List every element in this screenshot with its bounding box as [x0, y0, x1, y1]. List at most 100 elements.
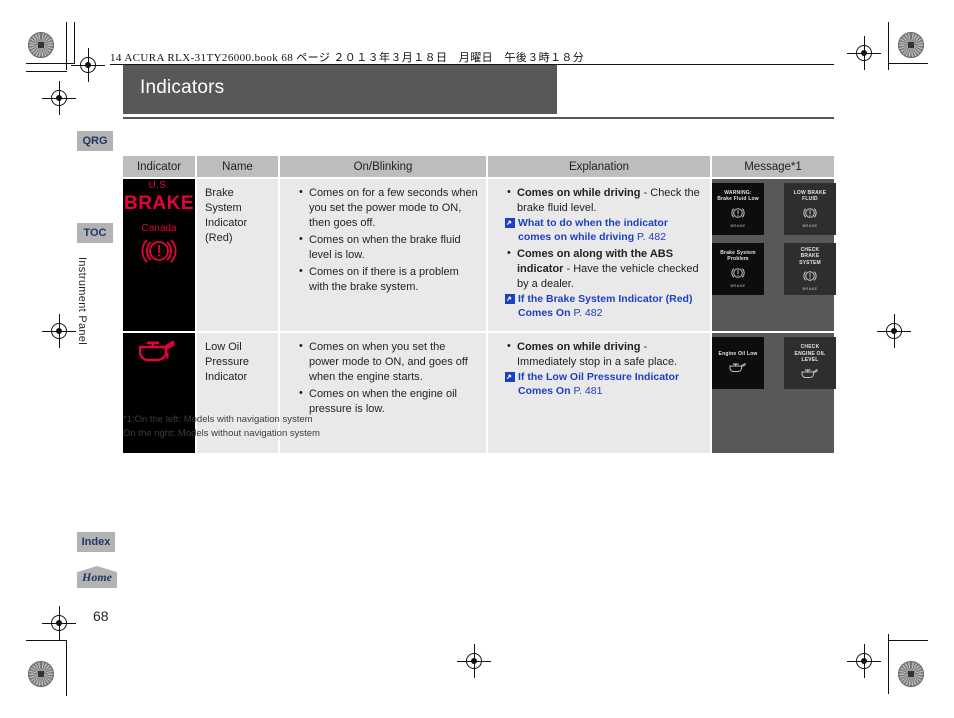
crop-line-top-2 — [74, 22, 75, 64]
explanation-list: Comes on while driving - Check the brake… — [496, 185, 702, 216]
crop-line-right-bottom — [888, 634, 889, 694]
explanation-list: Comes on while driving - Immediately sto… — [496, 339, 702, 370]
message-screen: WARNING: Brake Fluid Low BRAKE — [712, 183, 764, 235]
table-row: U.S. BRAKE Canada Brake System Indicator… — [123, 178, 836, 334]
brake-canada-label: Canada — [141, 222, 177, 234]
col-header-on-blinking: On/Blinking — [279, 156, 488, 179]
message-text: Brake System Problem — [720, 250, 756, 263]
cross-reference-page: P. 481 — [573, 384, 603, 397]
list-item: Comes on for a few seconds when you set … — [299, 185, 478, 231]
cross-reference-link[interactable]: What to do when the indicator comes on w… — [505, 217, 702, 244]
message-text: CHECK BRAKE SYSTEM — [799, 247, 821, 266]
cross-reference-page: P. 482 — [637, 230, 667, 243]
message-column-with-nav: Engine Oil Low — [712, 337, 764, 449]
oil-can-icon — [123, 333, 195, 367]
nav-tab-qrg[interactable]: QRG — [77, 131, 113, 151]
col-header-name: Name — [196, 156, 280, 179]
footnote: *1:On the left: Models with navigation s… — [123, 414, 320, 439]
col-header-message: Message*1 — [711, 156, 834, 179]
section-label: Instrument Panel — [76, 257, 88, 345]
list-item: Comes on while driving - Immediately sto… — [507, 339, 702, 370]
on-blinking-brake: Comes on for a few seconds when you set … — [279, 178, 488, 334]
brake-word-label: BRAKE — [123, 192, 195, 214]
message-text: LOW BRAKE FLUID — [793, 190, 827, 203]
message-icon-caption: BRAKE — [730, 222, 746, 228]
table-header-row: Indicator Name On/Blinking Explanation M… — [123, 156, 834, 179]
crop-line-left — [26, 63, 74, 64]
crop-line-bottom-left — [26, 640, 67, 641]
running-header: 14 ACURA RLX-31TY26000.book 68 ページ ２０１３年… — [110, 52, 585, 64]
message-screens: Engine Oil Low CHECK ENGINE OIL LEVEL — [712, 337, 836, 449]
title-underline — [123, 117, 834, 119]
message-icon-caption: BRAKE — [730, 282, 746, 288]
list-item: Comes on when the brake fluid level is l… — [299, 232, 478, 263]
registration-mark-left-mid — [42, 314, 76, 348]
registration-mark-right-mid — [877, 314, 911, 348]
crop-line-bottom — [66, 640, 67, 696]
message-text: WARNING: Brake Fluid Low — [717, 190, 759, 203]
nav-tab-toc[interactable]: TOC — [77, 223, 113, 243]
message-text: CHECK ENGINE OIL LEVEL — [794, 344, 826, 363]
message-screen: Engine Oil Low — [712, 337, 764, 390]
list-item: Comes on along with the ABS indicator - … — [507, 246, 702, 292]
cross-reference-page: P. 482 — [573, 306, 603, 319]
message-screens: WARNING: Brake Fluid Low BRAKE Brake Sys… — [712, 183, 836, 295]
message-column-without-nav: CHECK ENGINE OIL LEVEL — [784, 337, 836, 449]
page-number: 68 — [93, 608, 109, 624]
list-item: Comes on when the engine oil pressure is… — [299, 386, 478, 417]
indicator-name-brake: Brake System Indicator (Red) — [196, 178, 280, 334]
registration-mark-right-upper — [847, 36, 881, 70]
registration-mark-left-lower — [42, 606, 76, 640]
registration-mark-right-lower — [847, 644, 881, 678]
jump-arrow-icon — [505, 217, 515, 228]
on-blinking-list: Comes on when you set the power mode to … — [288, 339, 478, 417]
explanation-lead: Comes on while driving — [517, 187, 641, 199]
message-column-without-nav: LOW BRAKE FLUID BRAKE CHECK BRAKE SYSTEM — [784, 183, 836, 295]
brake-indicator-graphic: U.S. BRAKE Canada — [123, 179, 195, 271]
page-title: Indicators — [140, 77, 225, 98]
brake-system-icon — [728, 206, 748, 222]
oil-can-icon — [727, 360, 749, 375]
nav-tab-index[interactable]: Index — [77, 532, 115, 552]
list-item: Comes on if there is a problem with the … — [299, 264, 478, 295]
explanation-oil: Comes on while driving - Immediately sto… — [487, 332, 712, 454]
brake-system-icon — [800, 206, 820, 222]
nav-tab-home[interactable]: Home — [77, 566, 117, 588]
list-item: Comes on when you set the power mode to … — [299, 339, 478, 385]
crop-line-right-top-h — [888, 63, 928, 64]
brake-system-icon — [800, 269, 820, 285]
brake-us-label: U.S. — [148, 180, 170, 191]
message-screen: LOW BRAKE FLUID BRAKE — [784, 183, 836, 235]
page-title-band: Indicators — [123, 65, 557, 114]
color-registration-blob-top-left — [28, 32, 54, 58]
color-registration-blob-bottom-right — [898, 661, 924, 687]
indicator-graphic-cell-brake: U.S. BRAKE Canada — [123, 178, 197, 334]
explanation-list-2: Comes on along with the ABS indicator - … — [496, 246, 702, 292]
explanation-brake: Comes on while driving - Check the brake… — [487, 178, 712, 334]
color-registration-blob-bottom-left — [28, 661, 54, 687]
message-icon-caption: BRAKE — [802, 222, 818, 228]
oil-can-icon — [799, 366, 821, 381]
jump-arrow-icon — [505, 372, 515, 383]
col-header-explanation: Explanation — [487, 156, 712, 179]
jump-arrow-icon — [505, 294, 515, 305]
cross-reference-link[interactable]: If the Brake System Indicator (Red) Come… — [505, 293, 702, 320]
list-item: Comes on while driving - Check the brake… — [507, 185, 702, 216]
registration-mark-top-left — [71, 48, 105, 82]
cross-reference-link[interactable]: If the Low Oil Pressure Indicator Comes … — [505, 371, 702, 398]
color-registration-blob-top-right — [898, 32, 924, 58]
message-column-with-nav: WARNING: Brake Fluid Low BRAKE Brake Sys… — [712, 183, 764, 295]
message-screen: CHECK BRAKE SYSTEM BRAKE — [784, 243, 836, 295]
brake-system-icon — [728, 266, 748, 282]
explanation-lead: Comes on while driving — [517, 341, 641, 354]
message-icon-caption: BRAKE — [802, 286, 818, 291]
registration-mark-bottom-center — [457, 644, 491, 678]
message-cell-oil: Engine Oil Low CHECK ENGINE OIL LEVEL — [711, 332, 836, 454]
indicators-table: Indicator Name On/Blinking Explanation M… — [123, 156, 836, 454]
on-blinking-list: Comes on for a few seconds when you set … — [288, 185, 478, 295]
brake-system-icon — [139, 236, 179, 271]
message-cell-brake: WARNING: Brake Fluid Low BRAKE Brake Sys… — [711, 178, 836, 334]
message-screen: CHECK ENGINE OIL LEVEL — [784, 337, 836, 390]
